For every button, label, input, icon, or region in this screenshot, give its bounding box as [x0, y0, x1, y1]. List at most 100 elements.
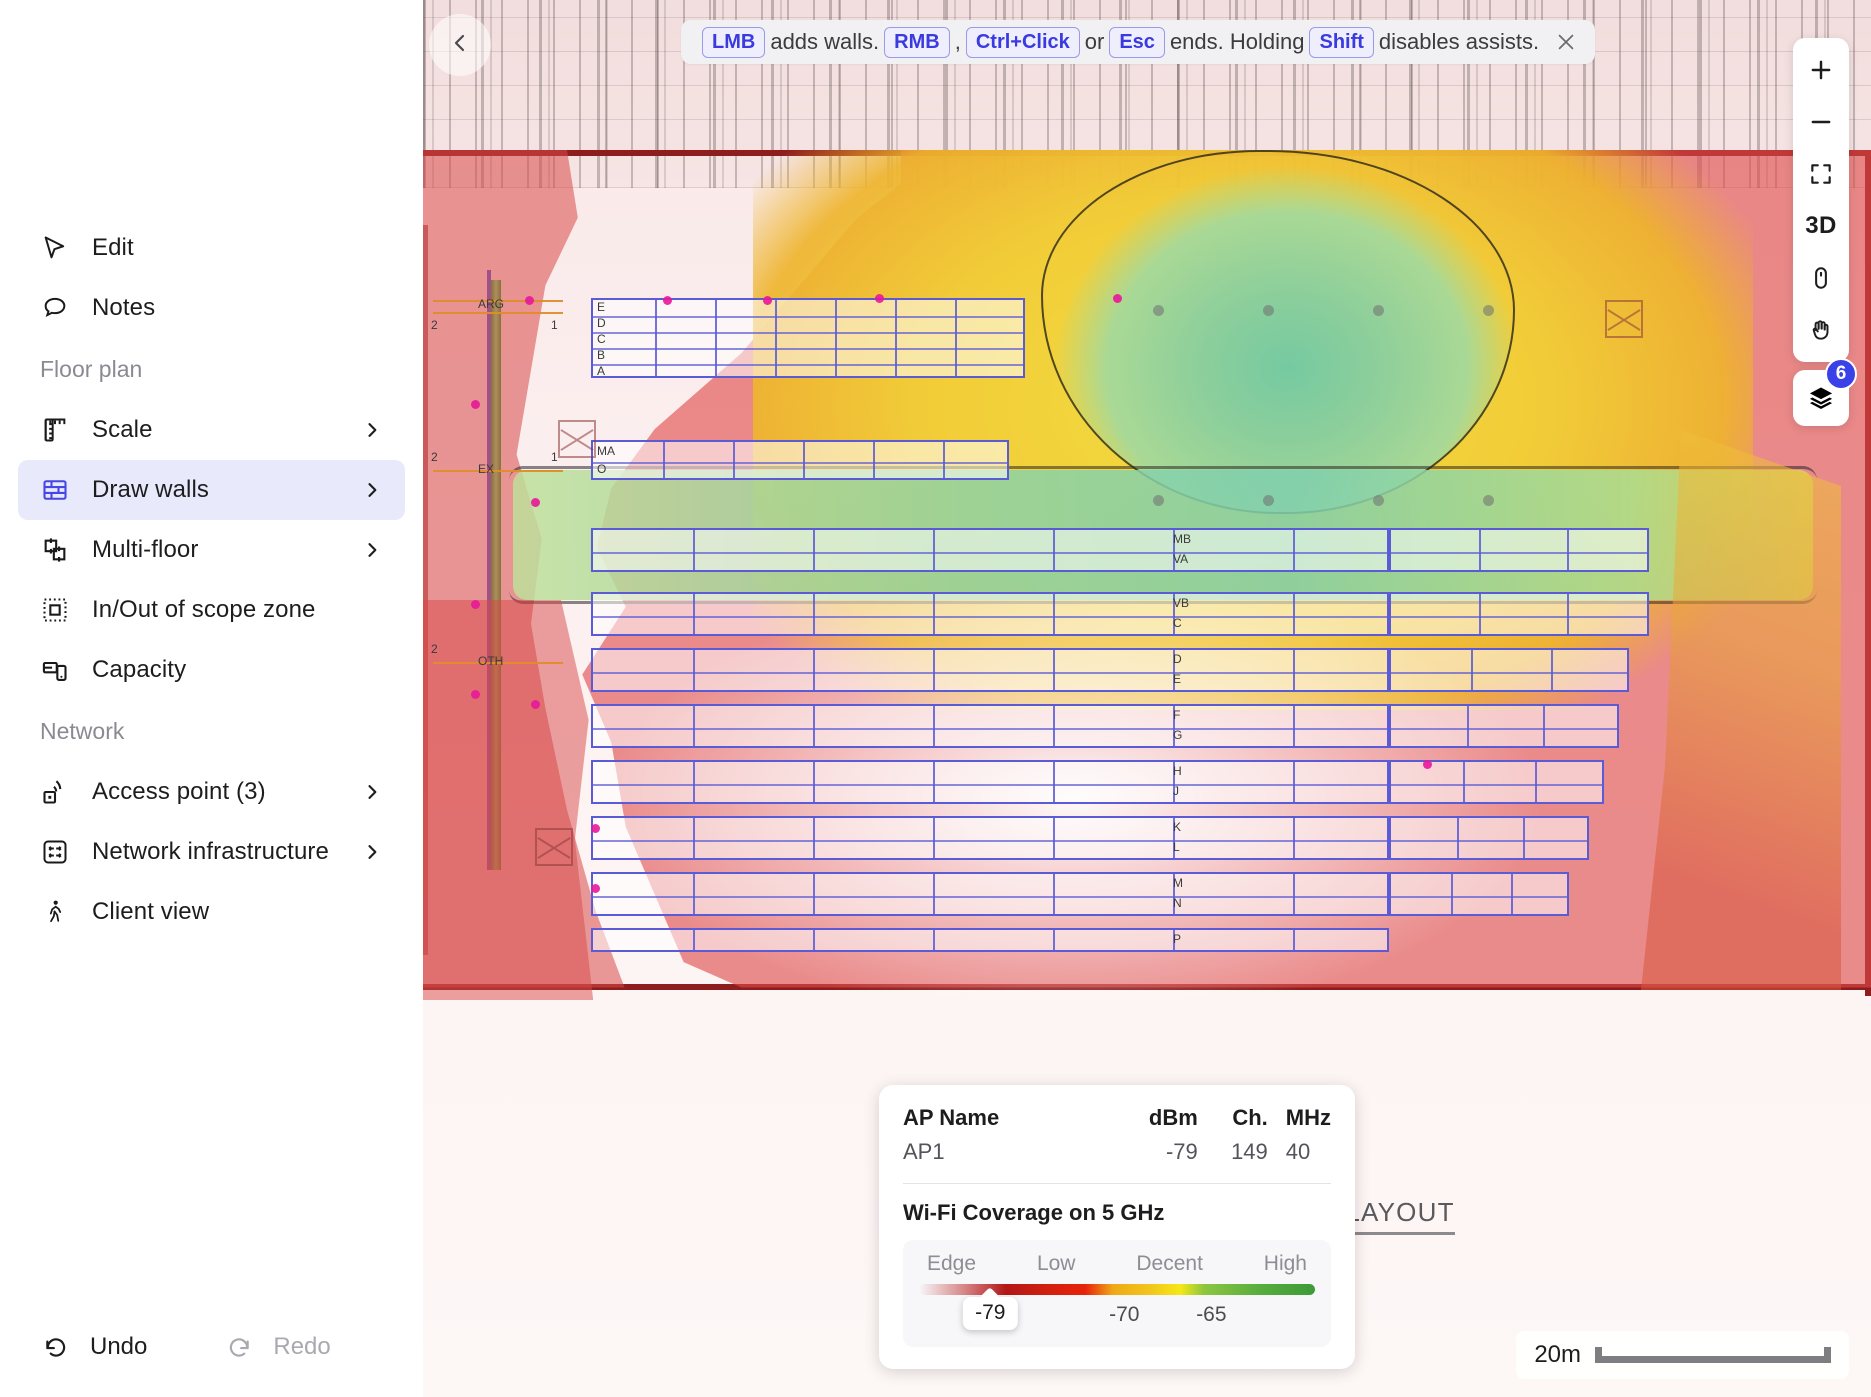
app-root: Edit Notes Floor plan Scale Draw walls M…: [0, 0, 1871, 1397]
wall-vertex[interactable]: [875, 294, 884, 303]
row-label: D: [1173, 652, 1182, 666]
map-toolbar: 3D: [1793, 38, 1849, 362]
sidebar-item-client-view[interactable]: Client view: [18, 882, 405, 942]
sidebar-item-access-point[interactable]: Access point (3): [18, 762, 405, 822]
sidebar-item-edit[interactable]: Edit: [18, 218, 405, 278]
chevron-right-icon: [361, 479, 383, 501]
row-label: OTH: [478, 654, 504, 668]
band-high: High: [1263, 1252, 1307, 1275]
coverage-band-labels: Edge Low Decent High: [919, 1252, 1315, 1284]
undo-button[interactable]: Undo: [26, 1323, 163, 1371]
seat-row-pair: [591, 704, 1389, 748]
close-icon[interactable]: [1553, 29, 1579, 55]
zoom-in-button[interactable]: [1793, 44, 1849, 96]
zoom-out-button[interactable]: [1793, 96, 1849, 148]
wall-vertex[interactable]: [663, 296, 672, 305]
row-label: L: [1173, 840, 1180, 854]
ap-grid-dot: [1483, 305, 1494, 316]
seat-row-right: [1389, 704, 1619, 748]
sidebar-item-multi-floor[interactable]: Multi-floor: [18, 520, 405, 580]
wall-vertex[interactable]: [591, 824, 600, 833]
row-label: B: [597, 348, 606, 362]
row-label: C: [597, 332, 606, 346]
wall-vertex[interactable]: [1113, 294, 1122, 303]
sidebar-item-in-out-of-scope-zone[interactable]: In/Out of scope zone: [18, 580, 405, 640]
section-heading-network: Network: [40, 717, 125, 744]
seat-row-pair: [591, 872, 1389, 916]
col-channel: Ch.: [1232, 1105, 1268, 1130]
wall-vertex[interactable]: [763, 296, 772, 305]
devices-icon: [40, 655, 70, 685]
chevron-right-icon: [361, 539, 383, 561]
collapse-sidebar-button[interactable]: [429, 14, 491, 76]
coverage-marker-value: -79: [975, 1301, 1006, 1324]
sidebar-item-notes[interactable]: Notes: [18, 278, 405, 338]
dashed-square-icon: [40, 595, 70, 625]
kbd-ctrl-click: Ctrl+Click: [965, 26, 1080, 58]
table-header-row: AP Name dBm Ch. MHz: [903, 1105, 1331, 1137]
redo-button[interactable]: Redo: [209, 1323, 346, 1371]
hint-text-1: adds walls.: [770, 29, 880, 54]
wall-vertex[interactable]: [471, 600, 480, 609]
seat-block-upper: [591, 298, 1025, 378]
seat-block-mid-left: [591, 440, 1009, 480]
chevron-right-icon: [361, 419, 383, 441]
wall-vertex[interactable]: [525, 296, 534, 305]
cell-mhz: 40: [1285, 1139, 1311, 1164]
layers-count-badge: 6: [1825, 358, 1857, 390]
sidebar-item-label: Access point (3): [92, 778, 266, 805]
sidebar-item-draw-walls[interactable]: Draw walls: [18, 460, 405, 520]
tick-label: -65: [1196, 1303, 1227, 1326]
redo-label: Redo: [273, 1333, 331, 1360]
ruler-icon: [40, 415, 70, 445]
wall-vertex[interactable]: [531, 498, 540, 507]
sidebar-item-label: Edit: [92, 234, 134, 261]
seat-row-right: [1389, 872, 1569, 916]
row-number: 1: [551, 450, 558, 464]
column-marker: [558, 420, 596, 458]
ap-grid-dot: [1483, 495, 1494, 506]
row-label: K: [1173, 820, 1182, 834]
kbd-shift: Shift: [1309, 26, 1374, 58]
sidebar-item-label: Notes: [92, 294, 156, 321]
hint-text-4: ends. Holding: [1169, 29, 1305, 54]
column-marker: [535, 828, 573, 866]
seat-rail: [433, 470, 563, 472]
sidebar-item-network-infrastructure[interactable]: Network infrastructure: [18, 822, 405, 882]
col-ap-name: AP Name: [903, 1105, 1000, 1130]
row-label: E: [1173, 672, 1182, 686]
comment-icon: [40, 293, 70, 323]
view-3d-button[interactable]: 3D: [1793, 200, 1849, 252]
wall-vertex[interactable]: [531, 700, 540, 709]
wall-vertex[interactable]: [471, 400, 480, 409]
wall-vertex[interactable]: [591, 884, 600, 893]
sidebar-item-label: Scale: [92, 416, 153, 443]
hand-icon[interactable]: [1793, 304, 1849, 356]
sidebar: Edit Notes Floor plan Scale Draw walls M…: [0, 0, 423, 1397]
row-label: M: [1173, 876, 1183, 890]
network-infra-icon: [40, 837, 70, 867]
row-label: F: [1173, 708, 1181, 722]
divider: [903, 1183, 1331, 1184]
row-label: A: [597, 364, 606, 378]
wall-vertex[interactable]: [1423, 760, 1432, 769]
table-row[interactable]: AP1 -79 149 40: [903, 1137, 1331, 1165]
row-label: G: [1173, 728, 1183, 742]
seat-row-right: [1389, 760, 1604, 804]
seat-row-right: [1389, 528, 1649, 572]
fit-to-screen-icon[interactable]: [1793, 148, 1849, 200]
history-actions: Undo Redo: [0, 1297, 423, 1397]
cell-dbm: -79: [1165, 1139, 1198, 1164]
sidebar-item-capacity[interactable]: Capacity: [18, 640, 405, 700]
sidebar-item-scale[interactable]: Scale: [18, 400, 405, 460]
floor-plan-canvas[interactable]: ARG 2 1 EX 2 1 OTH 2 E D C B A MA O MB V…: [423, 0, 1871, 1397]
coverage-tick-row: -70 -65 -79: [919, 1297, 1315, 1337]
mouse-icon[interactable]: [1793, 252, 1849, 304]
seat-row-right: [1389, 648, 1629, 692]
wall-vertex[interactable]: [471, 690, 480, 699]
chevron-right-icon: [361, 781, 383, 803]
band-low: Low: [1036, 1252, 1076, 1275]
chevron-right-icon: [361, 841, 383, 863]
seat-rail: [433, 312, 563, 314]
sidebar-item-label: Client view: [92, 898, 210, 925]
